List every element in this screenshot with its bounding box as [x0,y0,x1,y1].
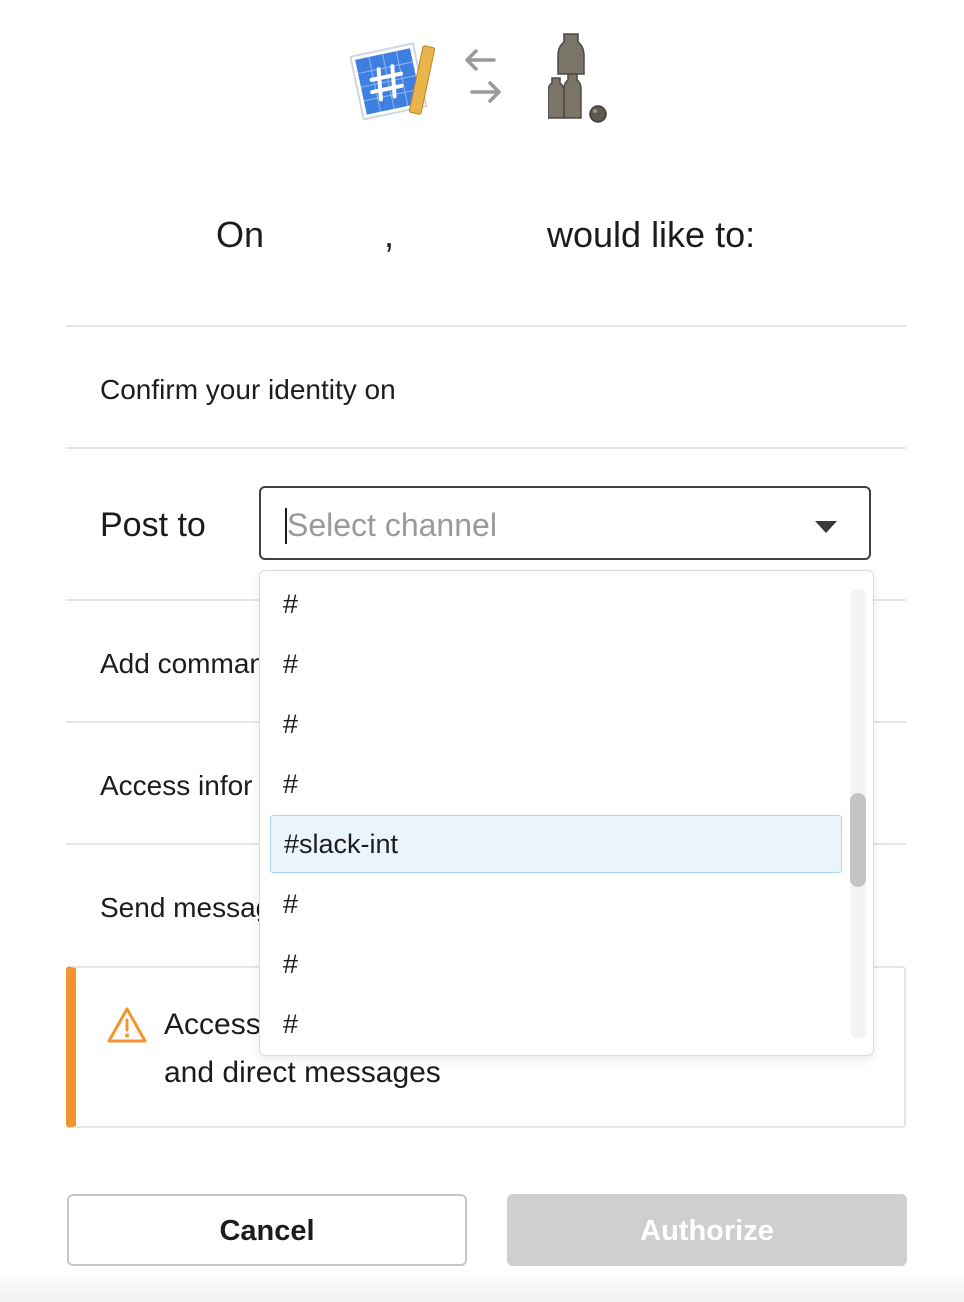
channel-option[interactable]: # [270,875,842,933]
permission-send-messages: Send messag [100,892,272,923]
divider [66,447,906,449]
channel-option[interactable]: # [270,755,842,813]
blueprint-app-icon [349,38,440,121]
channel-select[interactable]: Select channel [259,486,871,560]
channel-option[interactable]: # [270,635,842,693]
channel-option-highlighted[interactable]: #slack-int [270,815,842,873]
headline-would-like-to: would like to: [547,214,756,255]
permission-add-commands: Add comman [100,648,265,679]
cancel-button[interactable]: Cancel [67,1194,467,1266]
dropdown-scrollbar-thumb[interactable] [850,793,866,887]
warning-text-line2: and direct messages [164,1056,441,1089]
bottom-fade [0,1270,964,1302]
channel-dropdown-list[interactable]: # # # # #slack-int # # # [259,570,874,1056]
permission-access-info: Access infor [100,770,253,801]
divider [66,325,906,327]
swap-arrows-icon [462,46,504,106]
channel-select-placeholder: Select channel [287,507,497,543]
channel-option[interactable]: # [270,995,842,1053]
chevron-down-icon[interactable] [815,521,837,533]
authorize-button[interactable]: Authorize [507,1194,907,1266]
warning-text-line1: Access [164,1008,261,1041]
headline-comma: , [384,214,395,255]
channel-option[interactable]: # [270,695,842,753]
warning-triangle-icon [106,1006,148,1044]
channel-option[interactable]: # [270,935,842,993]
permission-confirm-identity: Confirm your identity on [100,374,396,405]
post-to-label: Post to [100,506,206,544]
channel-option[interactable]: # [270,575,842,633]
workspace-bottles-icon [547,30,612,126]
headline-on: On [216,214,265,255]
